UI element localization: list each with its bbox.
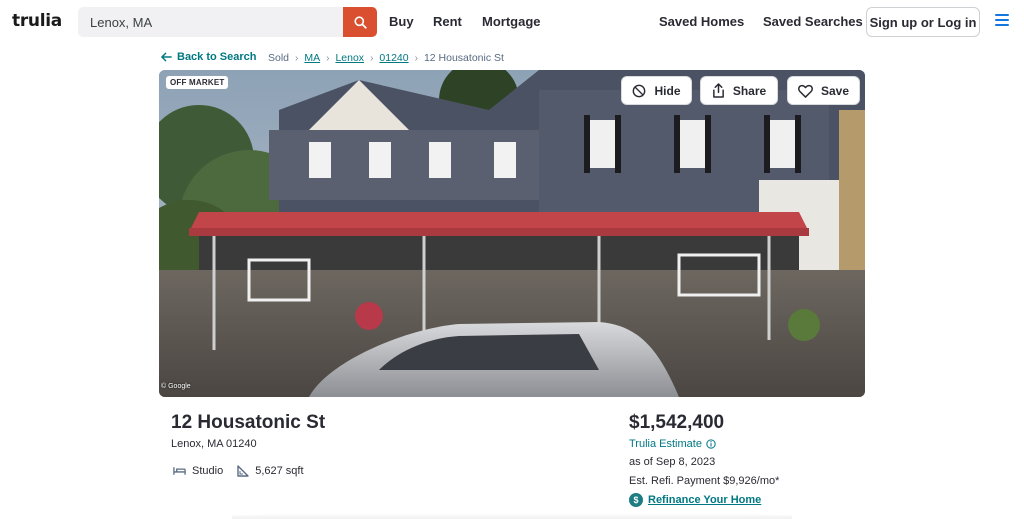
- beds-fact: Studio: [173, 465, 223, 477]
- refi-payment: Est. Refi. Payment $9,926/mo*: [629, 475, 780, 487]
- hide-icon: [633, 84, 646, 97]
- beds-label: Studio: [192, 465, 224, 477]
- back-to-search-link[interactable]: Back to Search: [161, 51, 256, 63]
- refinance-link[interactable]: $ Refinance Your Home: [629, 493, 761, 507]
- share-icon: [712, 83, 724, 98]
- nav-rent[interactable]: Rent: [433, 14, 462, 29]
- property-price: $1,542,400: [629, 412, 725, 433]
- heart-icon: [798, 84, 813, 98]
- nav-mortgage[interactable]: Mortgage: [482, 14, 541, 29]
- refinance-link-label: Refinance Your Home: [648, 494, 762, 506]
- hide-label: Hide: [654, 83, 681, 98]
- hide-button[interactable]: Hide: [621, 76, 692, 105]
- nav-saved-searches[interactable]: Saved Searches: [763, 14, 863, 29]
- signup-login-button[interactable]: Sign up or Log in: [866, 7, 980, 37]
- chevron-right-icon: ›: [414, 52, 418, 64]
- site-header: trulia Buy Rent Mortgage Saved Homes Sav…: [0, 0, 1024, 44]
- nav-buy[interactable]: Buy: [389, 14, 414, 29]
- dollar-icon: $: [629, 493, 643, 507]
- property-address: 12 Housatonic St: [171, 412, 326, 433]
- chevron-right-icon: ›: [370, 52, 374, 64]
- sqft-icon: [237, 465, 249, 477]
- breadcrumb-zip[interactable]: 01240: [379, 52, 408, 64]
- breadcrumb-city[interactable]: Lenox: [335, 52, 364, 64]
- property-photo[interactable]: OFF MARKET Hide Share Save © Google: [159, 70, 865, 397]
- trulia-estimate-link[interactable]: Trulia Estimate: [629, 438, 716, 450]
- nav-saved-homes[interactable]: Saved Homes: [659, 14, 744, 29]
- breadcrumb-sold: Sold: [268, 52, 290, 64]
- street-view-image: [159, 70, 865, 397]
- info-icon[interactable]: [706, 439, 716, 449]
- google-attribution: © Google: [161, 383, 191, 390]
- sqft-fact: 5,627 sqft: [237, 465, 304, 477]
- breadcrumb-current: 12 Housatonic St: [423, 52, 504, 64]
- search-icon: [353, 15, 367, 29]
- back-to-search-label: Back to Search: [177, 51, 257, 63]
- chevron-right-icon: ›: [326, 52, 330, 64]
- search-input[interactable]: [78, 7, 343, 37]
- chevron-right-icon: ›: [295, 52, 299, 64]
- save-label: Save: [820, 83, 850, 98]
- off-market-badge: OFF MARKET: [166, 76, 229, 89]
- bed-icon: [173, 467, 186, 475]
- property-city: Lenox, MA 01240: [171, 438, 257, 450]
- arrow-left-icon: [161, 52, 172, 62]
- share-label: Share: [732, 83, 767, 98]
- save-button[interactable]: Save: [787, 76, 860, 105]
- sqft-label: 5,627 sqft: [255, 465, 304, 477]
- trulia-logo[interactable]: trulia: [12, 11, 62, 31]
- trulia-estimate-label: Trulia Estimate: [629, 438, 702, 450]
- menu-icon[interactable]: [995, 14, 1009, 26]
- search-button[interactable]: [343, 7, 377, 37]
- bottom-shadow: [232, 513, 792, 519]
- estimate-date: as of Sep 8, 2023: [629, 456, 716, 468]
- breadcrumb: Sold › MA › Lenox › 01240 › 12 Housatoni…: [268, 52, 504, 64]
- breadcrumb-state[interactable]: MA: [304, 52, 320, 64]
- property-facts: Studio 5,627 sqft: [173, 465, 318, 477]
- search-bar: [78, 7, 377, 37]
- share-button[interactable]: Share: [700, 76, 778, 105]
